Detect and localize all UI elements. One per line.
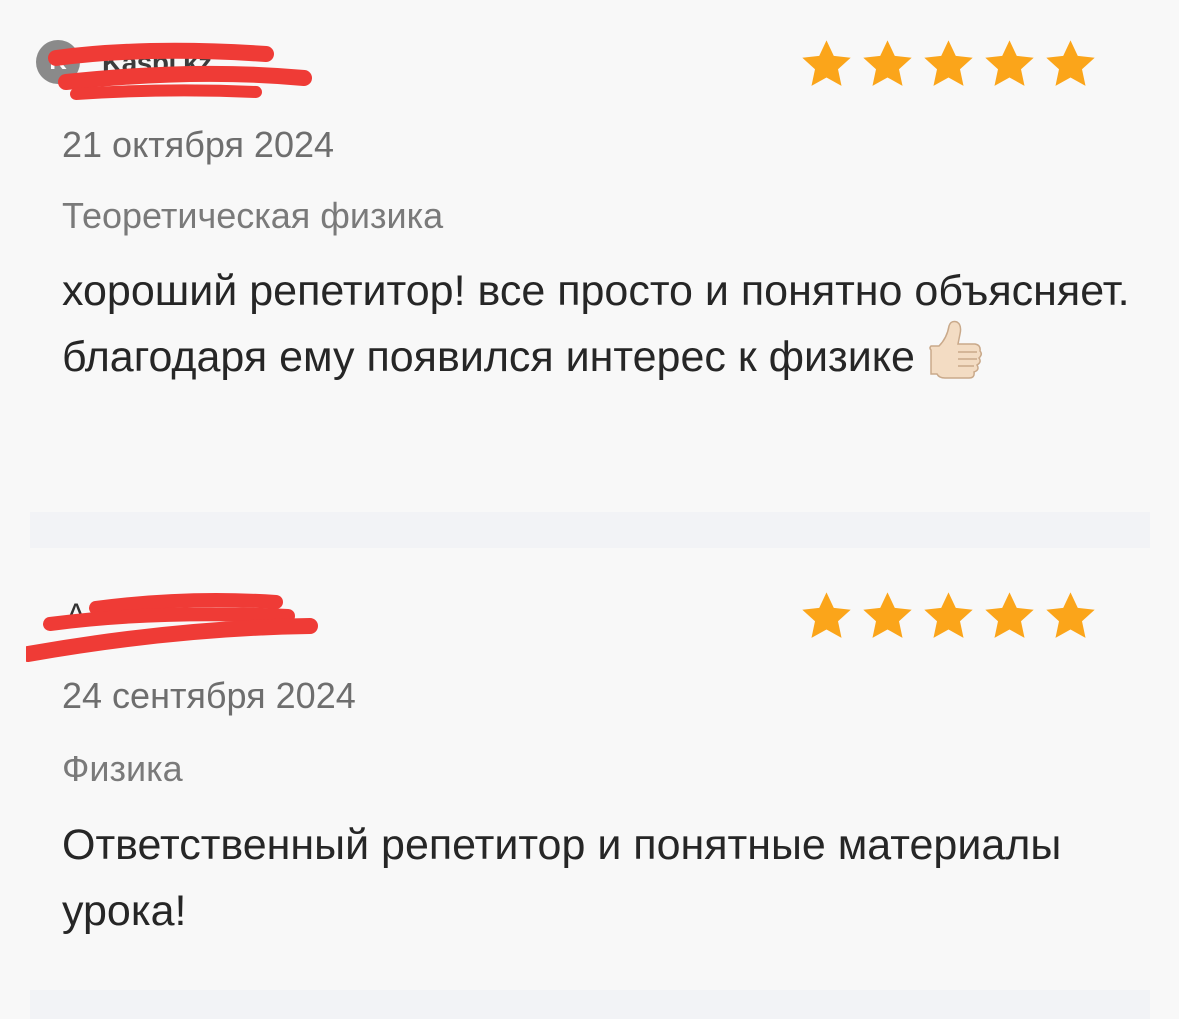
- review-subject: Физика: [62, 748, 183, 789]
- star-icon: [863, 40, 912, 86]
- thumbs-up-icon: [929, 320, 982, 379]
- review-author: А: [26, 592, 326, 662]
- review-date: 24 сентября 2024: [62, 675, 356, 716]
- review-text: хороший репетитор! все просто и понятно …: [62, 258, 1152, 392]
- star-icon: [1046, 40, 1095, 86]
- redaction-mark: [26, 593, 318, 662]
- star-icon: [802, 40, 851, 86]
- review-author: K Kaspi.kz: [26, 38, 326, 100]
- review-card: А 24 сентября 2024 Физика Ответственный …: [0, 548, 1179, 988]
- review-subject: Теоретическая физика: [62, 195, 444, 236]
- review-divider: [30, 512, 1150, 548]
- star-icon: [985, 40, 1034, 86]
- redaction-mark: [48, 42, 312, 100]
- review-date: 21 октября 2024: [62, 124, 335, 165]
- star-icon: [863, 592, 912, 638]
- review-text: Ответственный репетитор и понятные матер…: [62, 821, 1062, 935]
- star-icon: [1046, 592, 1095, 638]
- review-divider: [30, 990, 1150, 1019]
- star-rating: [798, 38, 1099, 92]
- review-card: K Kaspi.kz 21 октября 2024 Теоретическая…: [0, 0, 1179, 512]
- star-icon: [802, 592, 851, 638]
- star-icon: [924, 592, 973, 638]
- star-icon: [985, 592, 1034, 638]
- star-icon: [924, 40, 973, 86]
- star-rating: [798, 590, 1099, 644]
